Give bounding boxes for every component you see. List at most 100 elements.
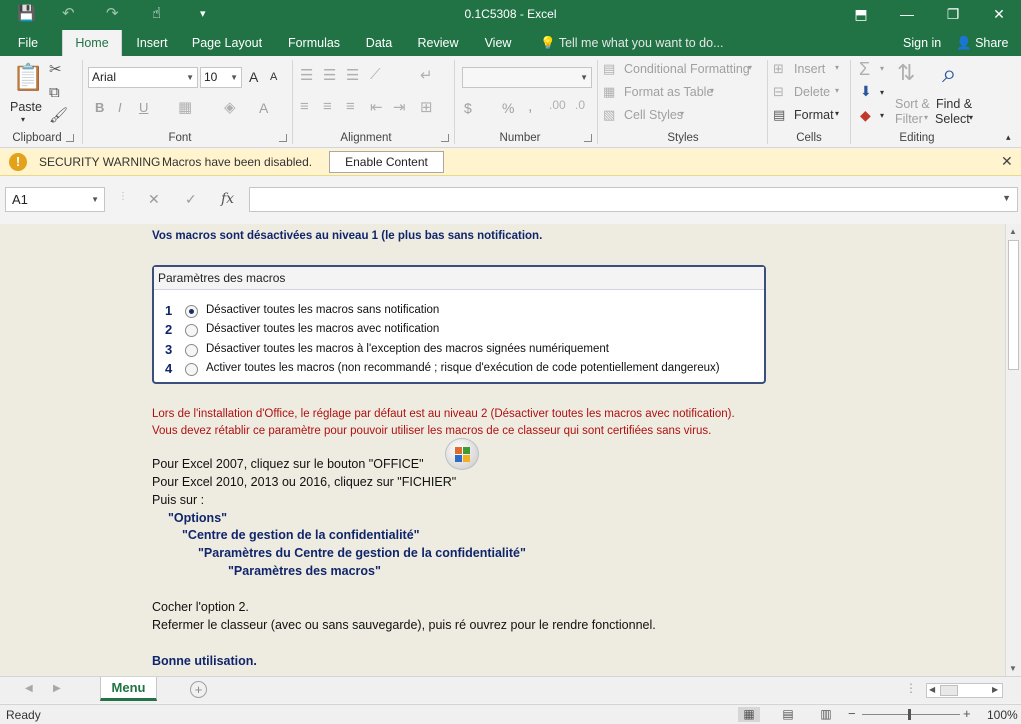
macro-option-3: 3 Désactiver toutes les macros à l'excep…	[154, 342, 764, 362]
prev-sheet-icon[interactable]: ◀	[25, 683, 33, 694]
worksheet-area[interactable]: Vos macros sont désactivées au niveau 1 …	[0, 224, 1005, 676]
clipboard-launcher-icon[interactable]	[66, 134, 74, 142]
align-left-icon[interactable]: ≡	[300, 98, 309, 115]
scroll-left-icon[interactable]: ◀	[929, 685, 935, 694]
cancel-icon[interactable]: ✕	[148, 191, 160, 208]
collapse-ribbon-icon[interactable]: ▴	[1006, 132, 1011, 143]
radio-option-1[interactable]	[185, 305, 198, 318]
paste-button[interactable]: 📋 Paste ▾	[6, 60, 44, 126]
tab-insert[interactable]: Insert	[128, 30, 176, 56]
close-icon[interactable]: ✕	[1001, 153, 1013, 170]
format-painter-icon[interactable]: 🖌	[49, 106, 68, 124]
add-sheet-button[interactable]: +	[190, 681, 207, 698]
tab-page-layout[interactable]: Page Layout	[186, 30, 268, 56]
radio-option-3[interactable]	[185, 344, 198, 357]
radio-option-2[interactable]	[185, 324, 198, 337]
sort-filter-button[interactable]: ⇅ Sort & Filter ▾	[893, 60, 933, 126]
alignment-launcher-icon[interactable]	[441, 134, 449, 142]
enable-content-button[interactable]: Enable Content	[329, 151, 444, 173]
decrease-indent-icon[interactable]: ⇤	[370, 98, 383, 116]
increase-indent-icon[interactable]: ⇥	[393, 98, 406, 116]
align-right-icon[interactable]: ≡	[346, 98, 355, 115]
align-top-icon[interactable]: ☰	[300, 66, 313, 84]
font-size-combo[interactable]: 10 ▼	[200, 67, 242, 88]
tab-home[interactable]: Home	[62, 30, 122, 56]
share-button[interactable]: 👤 Share	[956, 30, 1008, 56]
tab-formulas[interactable]: Formulas	[280, 30, 348, 56]
align-middle-icon[interactable]: ☰	[323, 66, 336, 84]
page-layout-view-icon[interactable]: ▤	[777, 707, 799, 722]
scroll-up-icon[interactable]: ▲	[1009, 227, 1017, 236]
expand-formula-bar-icon[interactable]: ▼	[1002, 193, 1011, 203]
status-ready: Ready	[6, 708, 41, 722]
check-option-instruction: Cocher l'option 2.	[152, 600, 249, 614]
scrollbar-thumb[interactable]	[1008, 240, 1019, 370]
copy-icon[interactable]: ⧉	[49, 84, 60, 101]
zoom-slider-thumb[interactable]	[908, 709, 911, 720]
tab-split-handle-icon[interactable]: ⋮	[905, 681, 917, 695]
vertical-scrollbar[interactable]: ▲ ▼	[1005, 224, 1021, 676]
radio-option-4[interactable]	[185, 363, 198, 376]
cut-icon[interactable]: ✂	[49, 60, 62, 78]
bold-button[interactable]: B	[95, 100, 104, 115]
tab-data[interactable]: Data	[358, 30, 400, 56]
underline-button[interactable]: U	[139, 100, 148, 115]
zoom-in-button[interactable]: +	[963, 706, 971, 721]
scroll-right-icon[interactable]: ▶	[992, 685, 998, 694]
close-button[interactable]: ✕	[976, 3, 1021, 27]
scroll-down-icon[interactable]: ▼	[1009, 664, 1017, 673]
chevron-down-icon: ▾	[880, 88, 885, 97]
font-name-combo[interactable]: Arial ▼	[88, 67, 198, 88]
grow-font-button[interactable]: A	[249, 69, 258, 85]
align-center-icon[interactable]: ≡	[323, 98, 332, 115]
enter-icon[interactable]: ✓	[185, 191, 197, 208]
chevron-down-icon: ▼	[580, 73, 588, 82]
tab-review[interactable]: Review	[412, 30, 464, 56]
ribbon-tabs: File Home Insert Page Layout Formulas Da…	[0, 30, 1021, 56]
restore-button[interactable]: ❐	[930, 3, 976, 27]
number-launcher-icon[interactable]	[584, 134, 592, 142]
clear-icon[interactable]: ◆	[860, 107, 871, 124]
name-box[interactable]: A1 ▼	[5, 187, 105, 212]
merge-center-icon[interactable]: ⊞	[420, 98, 433, 116]
currency-button[interactable]: $	[464, 100, 472, 116]
fill-down-icon[interactable]: ⬇	[860, 83, 872, 100]
next-sheet-icon[interactable]: ▶	[53, 683, 61, 694]
zoom-slider[interactable]	[862, 714, 960, 715]
tab-file[interactable]: File	[8, 30, 48, 56]
horizontal-scrollbar[interactable]: ◀ ▶	[926, 683, 1003, 698]
minimize-button[interactable]: —	[884, 3, 930, 27]
wrap-text-icon[interactable]: ↵	[420, 66, 433, 84]
sheet-tab-menu[interactable]: Menu	[100, 677, 157, 701]
autosum-icon[interactable]: Σ	[859, 59, 870, 80]
tab-view[interactable]: View	[476, 30, 520, 56]
formula-input[interactable]: ▼	[249, 187, 1018, 212]
chevron-down-icon: ▾	[680, 109, 685, 118]
sign-in-link[interactable]: Sign in	[903, 30, 941, 56]
font-launcher-icon[interactable]	[279, 134, 287, 142]
comma-button[interactable]: ,	[528, 98, 532, 116]
italic-button[interactable]: I	[118, 100, 122, 115]
borders-icon[interactable]: ▦	[178, 98, 192, 116]
find-select-button[interactable]: ⌕ Find & Select ▾	[934, 58, 978, 126]
increase-decimal-icon[interactable]: .00	[549, 98, 566, 112]
decrease-decimal-icon[interactable]: .0	[575, 98, 585, 112]
tell-me-box[interactable]: 💡 Tell me what you want to do...	[540, 30, 724, 56]
insert-function-icon[interactable]: fx	[221, 191, 234, 207]
page-break-view-icon[interactable]: ▥	[815, 707, 837, 722]
orientation-icon[interactable]: ⟋	[370, 66, 381, 83]
paste-dropdown-icon: ▾	[21, 115, 26, 124]
align-bottom-icon[interactable]: ☰	[346, 66, 359, 84]
zoom-level[interactable]: 100%	[987, 708, 1018, 722]
zoom-out-button[interactable]: −	[848, 706, 856, 721]
percent-button[interactable]: %	[502, 100, 514, 116]
format-as-table-icon: ▦	[603, 84, 616, 99]
scrollbar-thumb[interactable]	[940, 685, 958, 696]
number-format-combo[interactable]: ▼	[462, 67, 592, 88]
panel-title: Paramètres des macros	[158, 271, 286, 285]
fill-color-icon[interactable]: ◈	[224, 98, 236, 116]
shrink-font-button[interactable]: A	[270, 71, 277, 83]
font-color-button[interactable]: A	[259, 100, 268, 116]
normal-view-icon[interactable]: ▦	[738, 707, 760, 722]
ribbon-display-options-icon[interactable]: ⬒	[838, 3, 884, 27]
